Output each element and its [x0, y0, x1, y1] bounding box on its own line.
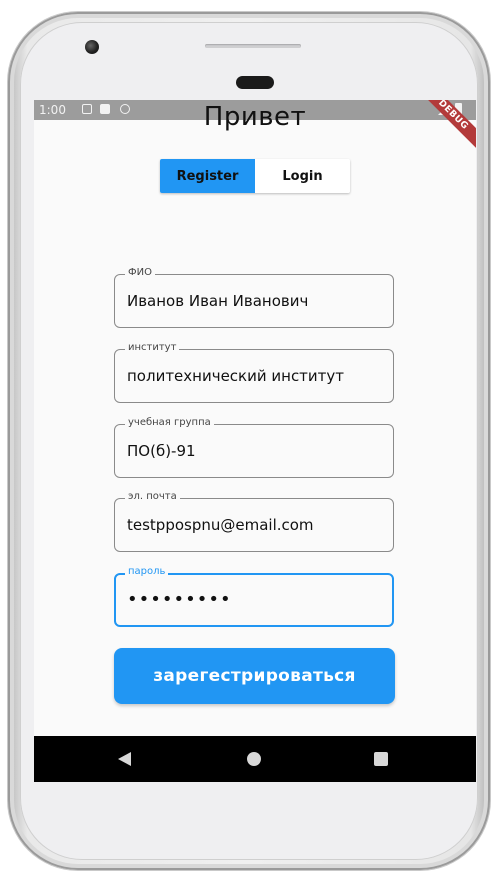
institute-label: институт	[125, 342, 180, 353]
full-name-value: Иванов Иван Иванович	[127, 292, 309, 310]
page-title: Привет	[203, 102, 307, 132]
email-label: эл. почта	[125, 491, 180, 502]
auth-mode-toggle: Register Login	[160, 159, 350, 193]
study-group-label: учебная группа	[125, 417, 214, 428]
password-field[interactable]: пароль •••••••••	[114, 566, 394, 627]
register-button[interactable]: зарегестрироваться	[114, 648, 395, 704]
full-name-label: ФИО	[125, 267, 155, 278]
back-icon[interactable]	[118, 752, 131, 766]
email-field[interactable]: эл. почта testpposрnu@email.com	[114, 491, 394, 552]
full-name-field[interactable]: ФИО Иванов Иван Иванович	[114, 267, 394, 328]
earpiece	[236, 76, 274, 89]
register-tab[interactable]: Register	[160, 159, 255, 193]
email-value: testpposрnu@email.com	[127, 516, 314, 534]
institute-value: политехнический институт	[127, 367, 345, 385]
app-screen: 1:00 DEBUG Привет Register Login ФИО Ива…	[34, 100, 476, 782]
speaker-grille	[205, 44, 301, 48]
android-nav-bar	[34, 736, 476, 782]
study-group-value: ПО(б)-91	[127, 442, 196, 460]
recents-icon[interactable]	[374, 752, 388, 766]
home-icon[interactable]	[247, 752, 261, 766]
study-group-field[interactable]: учебная группа ПО(б)-91	[114, 417, 394, 478]
front-camera	[85, 40, 99, 54]
institute-field[interactable]: институт политехнический институт	[114, 342, 394, 403]
login-tab[interactable]: Login	[255, 159, 350, 193]
password-value: •••••••••	[127, 589, 232, 610]
password-label: пароль	[125, 566, 169, 577]
